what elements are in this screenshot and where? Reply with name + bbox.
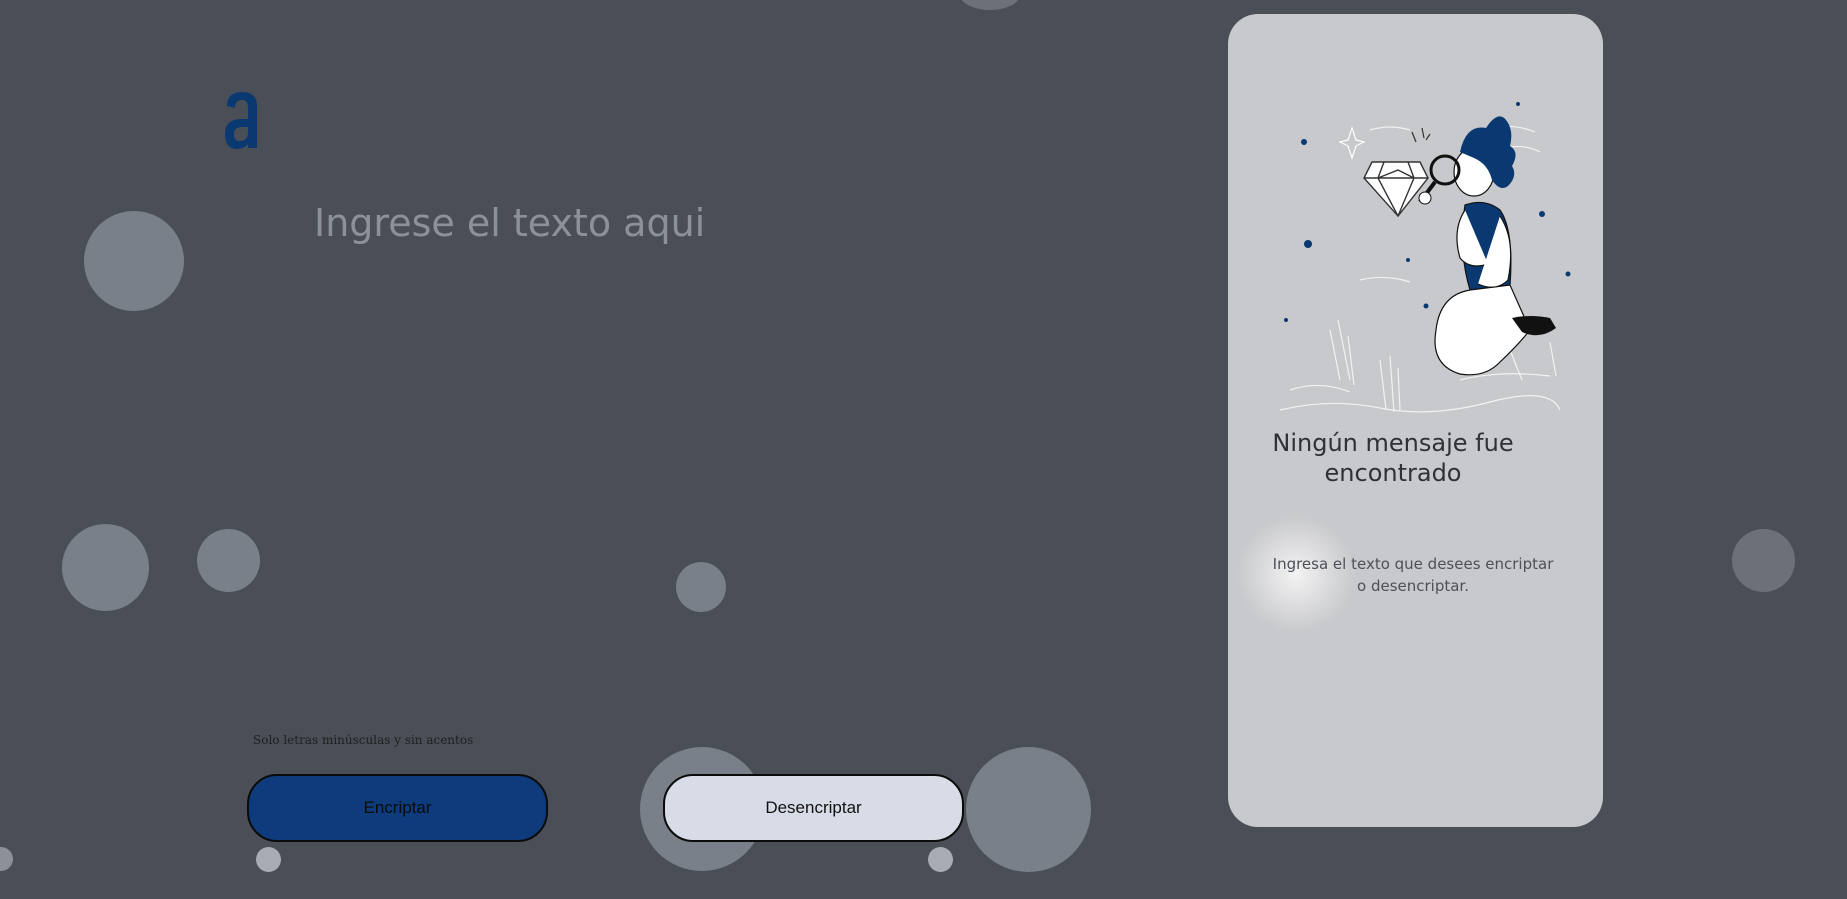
- decor-bubble: [256, 847, 281, 872]
- decor-bubble: [1732, 529, 1795, 592]
- output-panel: Ningún mensaje fue encontrado Ingresa el…: [1228, 14, 1603, 827]
- decor-bubble: [197, 529, 260, 592]
- decor-bubble: [928, 847, 953, 872]
- decrypt-button[interactable]: Desencriptar: [663, 774, 964, 842]
- decor-bubble: [62, 524, 149, 611]
- decor-bubble: [84, 211, 184, 311]
- panel-title: Ningún mensaje fue encontrado: [1272, 429, 1514, 487]
- message-input[interactable]: [314, 195, 1174, 695]
- decor-bubble: [966, 747, 1091, 872]
- input-hint: Solo letras minúsculas y sin acentos: [253, 733, 474, 747]
- person-with-magnifier-illustration: [1279, 102, 1571, 413]
- decor-bubble: [0, 847, 13, 871]
- alura-a-logo-icon: [225, 92, 257, 149]
- decor-bubble: [959, 0, 1021, 10]
- panel-description: Ingresa el texto que desees encriptar o …: [1272, 555, 1554, 595]
- encrypt-button[interactable]: Encriptar: [247, 774, 548, 842]
